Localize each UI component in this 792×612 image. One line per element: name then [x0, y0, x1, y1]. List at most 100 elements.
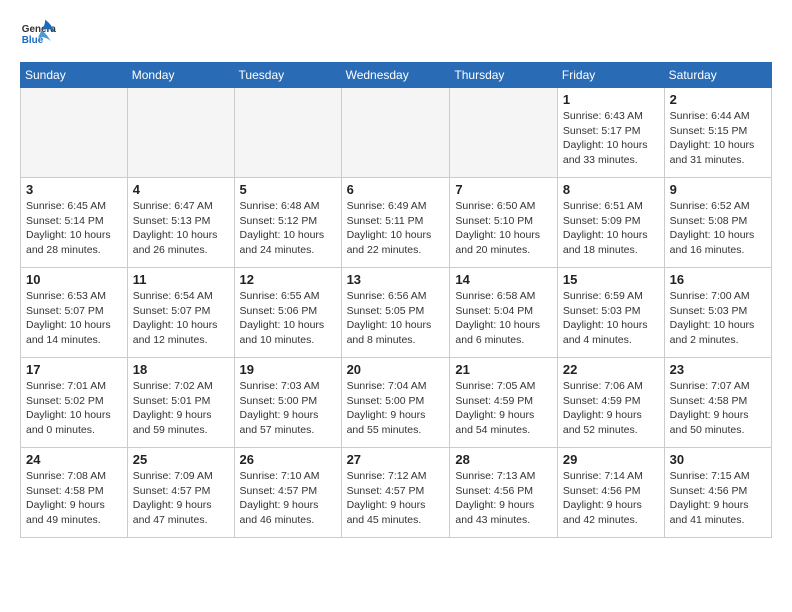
day-info: Sunrise: 6:51 AM Sunset: 5:09 PM Dayligh…: [563, 199, 659, 258]
day-info: Sunrise: 6:54 AM Sunset: 5:07 PM Dayligh…: [133, 289, 229, 348]
day-info: Sunrise: 7:03 AM Sunset: 5:00 PM Dayligh…: [240, 379, 336, 438]
day-number: 5: [240, 182, 336, 197]
calendar-cell: [341, 88, 450, 178]
day-number: 15: [563, 272, 659, 287]
day-info: Sunrise: 7:15 AM Sunset: 4:56 PM Dayligh…: [670, 469, 766, 528]
day-number: 27: [347, 452, 445, 467]
weekday-header-tuesday: Tuesday: [234, 63, 341, 88]
day-info: Sunrise: 6:43 AM Sunset: 5:17 PM Dayligh…: [563, 109, 659, 168]
calendar-cell: 5Sunrise: 6:48 AM Sunset: 5:12 PM Daylig…: [234, 178, 341, 268]
day-number: 22: [563, 362, 659, 377]
calendar-cell: 29Sunrise: 7:14 AM Sunset: 4:56 PM Dayli…: [557, 448, 664, 538]
day-info: Sunrise: 6:50 AM Sunset: 5:10 PM Dayligh…: [455, 199, 552, 258]
calendar-cell: 24Sunrise: 7:08 AM Sunset: 4:58 PM Dayli…: [21, 448, 128, 538]
calendar-cell: 25 Sunrise: 7:09 AM Sunset: 4:57 PM Dayli…: [127, 448, 234, 538]
day-info: Sunrise: 6:56 AM Sunset: 5:05 PM Dayligh…: [347, 289, 445, 348]
day-number: 21: [455, 362, 552, 377]
day-info: Sunrise: 7:08 AM Sunset: 4:58 PM Dayligh…: [26, 469, 122, 528]
day-info: Sunrise: 7:09 AM Sunset: 4:57 PM Dayligh…: [133, 469, 229, 528]
day-info: Sunrise: 6:44 AM Sunset: 5:15 PM Dayligh…: [670, 109, 766, 168]
calendar-cell: 21 Sunrise: 7:05 AM Sunset: 4:59 PM Dayli…: [450, 358, 558, 448]
day-info: Sunrise: 7:12 AM Sunset: 4:57 PM Dayligh…: [347, 469, 445, 528]
calendar-cell: 3Sunrise: 6:45 AM Sunset: 5:14 PM Daylig…: [21, 178, 128, 268]
calendar-cell: 1 Sunrise: 6:43 AM Sunset: 5:17 PM Daylig…: [557, 88, 664, 178]
week-row-1: 1 Sunrise: 6:43 AM Sunset: 5:17 PM Daylig…: [21, 88, 772, 178]
day-info: Sunrise: 7:06 AM Sunset: 4:59 PM Dayligh…: [563, 379, 659, 438]
day-info: Sunrise: 7:07 AM Sunset: 4:58 PM Dayligh…: [670, 379, 766, 438]
calendar-cell: 7Sunrise: 6:50 AM Sunset: 5:10 PM Daylig…: [450, 178, 558, 268]
calendar-cell: 17 Sunrise: 7:01 AM Sunset: 5:02 PM Dayli…: [21, 358, 128, 448]
logo-bird-icon: General Blue: [20, 16, 56, 52]
calendar-cell: 14 Sunrise: 6:58 AM Sunset: 5:04 PM Dayli…: [450, 268, 558, 358]
week-row-4: 17 Sunrise: 7:01 AM Sunset: 5:02 PM Dayli…: [21, 358, 772, 448]
calendar-header-row: SundayMondayTuesdayWednesdayThursdayFrid…: [21, 63, 772, 88]
calendar-cell: 8 Sunrise: 6:51 AM Sunset: 5:09 PM Daylig…: [557, 178, 664, 268]
day-info: Sunrise: 6:45 AM Sunset: 5:14 PM Dayligh…: [26, 199, 122, 258]
calendar-cell: 15Sunrise: 6:59 AM Sunset: 5:03 PM Dayli…: [557, 268, 664, 358]
day-number: 2: [670, 92, 766, 107]
calendar-cell: 19 Sunrise: 7:03 AM Sunset: 5:00 PM Dayli…: [234, 358, 341, 448]
day-number: 8: [563, 182, 659, 197]
week-row-5: 24Sunrise: 7:08 AM Sunset: 4:58 PM Dayli…: [21, 448, 772, 538]
day-number: 17: [26, 362, 122, 377]
calendar-cell: 13 Sunrise: 6:56 AM Sunset: 5:05 PM Dayli…: [341, 268, 450, 358]
day-number: 11: [133, 272, 229, 287]
day-info: Sunrise: 7:14 AM Sunset: 4:56 PM Dayligh…: [563, 469, 659, 528]
day-number: 12: [240, 272, 336, 287]
calendar-cell: 10Sunrise: 6:53 AM Sunset: 5:07 PM Dayli…: [21, 268, 128, 358]
day-info: Sunrise: 6:47 AM Sunset: 5:13 PM Dayligh…: [133, 199, 229, 258]
day-info: Sunrise: 7:10 AM Sunset: 4:57 PM Dayligh…: [240, 469, 336, 528]
day-number: 6: [347, 182, 445, 197]
day-info: Sunrise: 7:05 AM Sunset: 4:59 PM Dayligh…: [455, 379, 552, 438]
calendar-cell: 12 Sunrise: 6:55 AM Sunset: 5:06 PM Dayli…: [234, 268, 341, 358]
weekday-header-wednesday: Wednesday: [341, 63, 450, 88]
day-number: 10: [26, 272, 122, 287]
calendar-cell: [234, 88, 341, 178]
calendar-cell: 16Sunrise: 7:00 AM Sunset: 5:03 PM Dayli…: [664, 268, 771, 358]
week-row-3: 10Sunrise: 6:53 AM Sunset: 5:07 PM Dayli…: [21, 268, 772, 358]
page: General Blue SundayMondayTuesdayWednesda…: [0, 0, 792, 554]
day-number: 26: [240, 452, 336, 467]
logo: General Blue: [20, 16, 56, 52]
day-info: Sunrise: 6:49 AM Sunset: 5:11 PM Dayligh…: [347, 199, 445, 258]
day-number: 18: [133, 362, 229, 377]
calendar-cell: [127, 88, 234, 178]
day-info: Sunrise: 7:02 AM Sunset: 5:01 PM Dayligh…: [133, 379, 229, 438]
day-number: 1: [563, 92, 659, 107]
calendar-cell: [450, 88, 558, 178]
calendar-cell: 11 Sunrise: 6:54 AM Sunset: 5:07 PM Dayli…: [127, 268, 234, 358]
calendar-cell: 6 Sunrise: 6:49 AM Sunset: 5:11 PM Daylig…: [341, 178, 450, 268]
day-info: Sunrise: 6:55 AM Sunset: 5:06 PM Dayligh…: [240, 289, 336, 348]
weekday-header-sunday: Sunday: [21, 63, 128, 88]
day-info: Sunrise: 6:58 AM Sunset: 5:04 PM Dayligh…: [455, 289, 552, 348]
calendar-cell: 27 Sunrise: 7:12 AM Sunset: 4:57 PM Dayli…: [341, 448, 450, 538]
calendar-cell: 30 Sunrise: 7:15 AM Sunset: 4:56 PM Dayli…: [664, 448, 771, 538]
day-info: Sunrise: 7:04 AM Sunset: 5:00 PM Dayligh…: [347, 379, 445, 438]
week-row-2: 3Sunrise: 6:45 AM Sunset: 5:14 PM Daylig…: [21, 178, 772, 268]
day-number: 20: [347, 362, 445, 377]
day-number: 19: [240, 362, 336, 377]
weekday-header-saturday: Saturday: [664, 63, 771, 88]
day-info: Sunrise: 7:13 AM Sunset: 4:56 PM Dayligh…: [455, 469, 552, 528]
calendar-cell: 20 Sunrise: 7:04 AM Sunset: 5:00 PM Dayli…: [341, 358, 450, 448]
day-number: 23: [670, 362, 766, 377]
day-number: 13: [347, 272, 445, 287]
day-info: Sunrise: 7:00 AM Sunset: 5:03 PM Dayligh…: [670, 289, 766, 348]
calendar-cell: [21, 88, 128, 178]
weekday-header-monday: Monday: [127, 63, 234, 88]
calendar-cell: 18 Sunrise: 7:02 AM Sunset: 5:01 PM Dayli…: [127, 358, 234, 448]
day-number: 25: [133, 452, 229, 467]
calendar-table: SundayMondayTuesdayWednesdayThursdayFrid…: [20, 62, 772, 538]
calendar-cell: 23 Sunrise: 7:07 AM Sunset: 4:58 PM Dayli…: [664, 358, 771, 448]
day-number: 30: [670, 452, 766, 467]
day-number: 9: [670, 182, 766, 197]
day-info: Sunrise: 7:01 AM Sunset: 5:02 PM Dayligh…: [26, 379, 122, 438]
day-number: 28: [455, 452, 552, 467]
calendar-cell: 4Sunrise: 6:47 AM Sunset: 5:13 PM Daylig…: [127, 178, 234, 268]
calendar-cell: 2 Sunrise: 6:44 AM Sunset: 5:15 PM Daylig…: [664, 88, 771, 178]
calendar-cell: 26 Sunrise: 7:10 AM Sunset: 4:57 PM Dayli…: [234, 448, 341, 538]
weekday-header-friday: Friday: [557, 63, 664, 88]
calendar-cell: 28 Sunrise: 7:13 AM Sunset: 4:56 PM Dayli…: [450, 448, 558, 538]
day-number: 14: [455, 272, 552, 287]
header: General Blue: [20, 16, 772, 52]
